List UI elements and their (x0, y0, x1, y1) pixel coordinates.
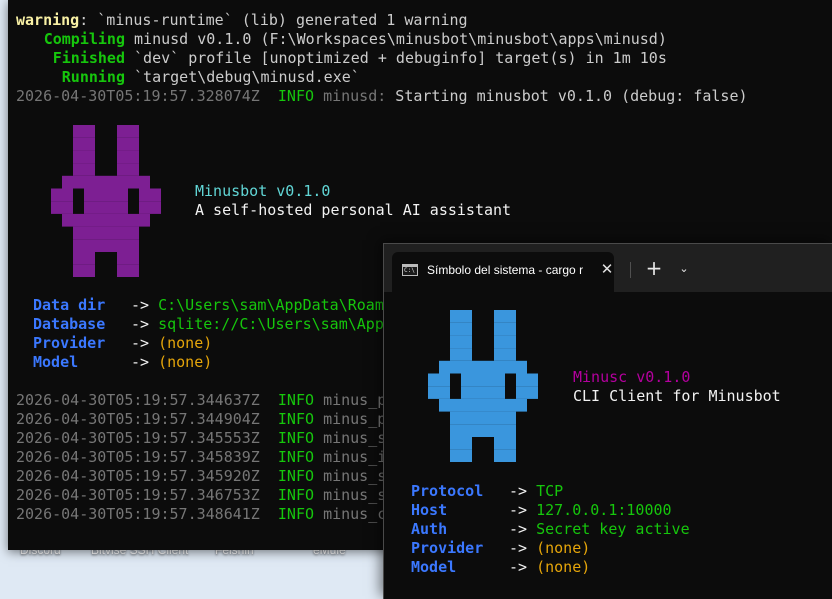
config-row: Database -> sqlite://C:\Users\sam\AppData (33, 315, 420, 333)
config-row: Data dir -> C:\Users\sam\AppData\Roaming (33, 296, 411, 314)
client-app-name: Minusc v0.1.0 (573, 368, 691, 386)
log-line: 2026-04-30T05:19:57.345553Z INFO minus_s (16, 429, 387, 447)
client-config-row: Protocol -> TCP (411, 482, 564, 500)
server-app-name: Minusbot v0.1.0 (195, 182, 331, 200)
client-config-row: Provider -> (none) (411, 539, 591, 557)
client-terminal-window[interactable]: C:\ Símbolo del sistema - cargo r ✕ + ⌄ … (383, 243, 832, 599)
tab-bar: C:\ Símbolo del sistema - cargo r ✕ + ⌄ (384, 244, 832, 292)
log-line: 2026-04-30T05:19:57.348641Z INFO minus_c (16, 505, 387, 523)
client-config-row: Auth -> Secret key active (411, 520, 690, 538)
config-row: Provider -> (none) (33, 334, 213, 352)
start-log-line: 2026-04-30T05:19:57.328074Z INFO minusd:… (16, 87, 748, 105)
client-app-tagline: CLI Client for Minusbot (573, 387, 781, 405)
build-log-line: Compiling minusd v0.1.0 (F:\Workspaces\m… (43, 30, 667, 48)
tab-command-prompt[interactable]: C:\ Símbolo del sistema - cargo r ✕ (392, 252, 614, 292)
new-tab-button[interactable]: + (642, 257, 666, 281)
cmd-icon: C:\ (402, 264, 418, 276)
client-config-row: Model -> (none) (411, 558, 591, 576)
log-line: 2026-04-30T05:19:57.344637Z INFO minus_p (16, 391, 387, 409)
build-log-line: warning: `minus-runtime` (lib) generated… (16, 11, 468, 29)
tab-title: Símbolo del sistema - cargo r (427, 263, 584, 277)
log-line: 2026-04-30T05:19:57.344904Z INFO minus_p (16, 410, 387, 428)
close-icon[interactable]: ✕ (597, 259, 617, 279)
tab-divider (630, 262, 631, 278)
config-row: Model -> (none) (33, 353, 213, 371)
log-line: 2026-04-30T05:19:57.345839Z INFO minus_i (16, 448, 387, 466)
client-config-row: Host -> 127.0.0.1:10000 (411, 501, 672, 519)
build-log-line: Finished `dev` profile [unoptimized + de… (52, 49, 667, 67)
build-log-line: Running `target\debug\minusd.exe` (61, 68, 360, 86)
chevron-down-icon[interactable]: ⌄ (675, 259, 693, 279)
minusc-mascot-icon (428, 310, 538, 466)
log-line: 2026-04-30T05:19:57.345920Z INFO minus_s (16, 467, 387, 485)
server-app-tagline: A self-hosted personal AI assistant (195, 201, 512, 219)
minusbot-mascot-icon (51, 125, 161, 281)
log-line: 2026-04-30T05:19:57.346753Z INFO minus_s (16, 486, 387, 504)
